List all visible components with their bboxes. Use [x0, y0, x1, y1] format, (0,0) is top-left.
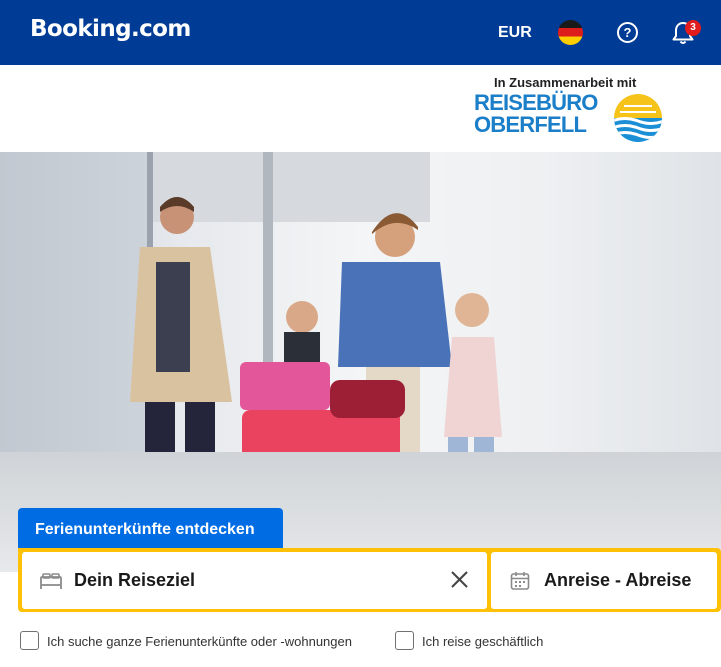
- business-travel-checkbox[interactable]: [395, 631, 414, 650]
- notification-badge: 3: [685, 20, 701, 36]
- germany-flag-icon[interactable]: [558, 20, 583, 45]
- partner-caption: In Zusammenarbeit mit: [494, 75, 637, 90]
- close-icon[interactable]: [449, 569, 470, 590]
- whole-homes-label[interactable]: Ich suche ganze Ferienunterkünfte oder -…: [47, 634, 352, 649]
- whole-homes-checkbox[interactable]: [20, 631, 39, 650]
- sun-waves-icon: [614, 94, 662, 142]
- partner-logo-line2: OBERFELL: [474, 112, 587, 137]
- question-circle-icon[interactable]: ?: [617, 22, 638, 43]
- destination-placeholder[interactable]: Dein Reiseziel: [74, 570, 195, 591]
- booking-logo[interactable]: Booking.com: [30, 16, 191, 42]
- tab-vacation-rentals[interactable]: Ferienunterkünfte entdecken: [18, 508, 283, 549]
- bed-icon: [40, 573, 62, 589]
- currency-selector[interactable]: EUR: [498, 24, 532, 42]
- reisebuero-oberfell-logo: REISEBÜRO OBERFELL: [474, 92, 664, 144]
- calendar-icon: [510, 572, 530, 590]
- top-header: Booking.com EUR ? 3: [0, 0, 721, 65]
- business-travel-label[interactable]: Ich reise geschäftlich: [422, 634, 543, 649]
- date-range-placeholder[interactable]: Anreise - Abreise: [544, 570, 691, 591]
- partner-logo-line1: REISEBÜRO: [474, 90, 598, 115]
